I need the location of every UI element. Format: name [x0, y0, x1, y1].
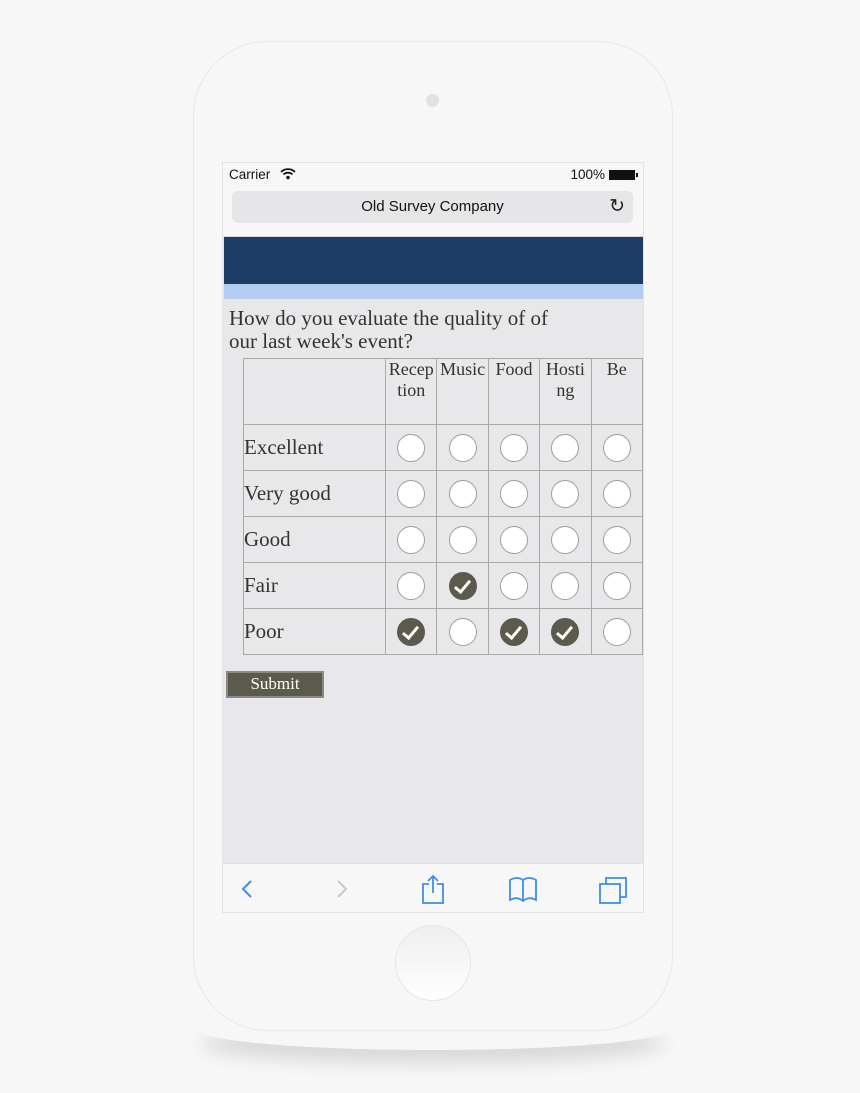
- reload-icon[interactable]: ↻: [609, 191, 625, 223]
- submit-button[interactable]: Submit: [226, 671, 324, 698]
- phone-screen: Carrier 100% Old Survey Company ↻ How do…: [222, 162, 644, 913]
- radio-unchecked[interactable]: [602, 525, 631, 554]
- matrix-cell: [385, 424, 438, 471]
- radio-checked[interactable]: [500, 617, 528, 646]
- matrix-cell: [385, 516, 438, 563]
- matrix-cell: [436, 608, 489, 655]
- radio-unchecked[interactable]: [551, 479, 580, 508]
- row-label: Fair: [242, 562, 387, 609]
- battery-icon: [609, 170, 638, 180]
- page-title: Old Survey Company: [361, 198, 504, 215]
- home-button[interactable]: [395, 925, 471, 1001]
- matrix-cell: [487, 562, 541, 609]
- matrix-cell: [590, 608, 643, 655]
- matrix-cell: [539, 424, 592, 471]
- matrix-row: Poor: [242, 608, 643, 655]
- matrix-cell: [487, 470, 541, 517]
- rating-matrix: Recep tion Music Food Hosti ng Be Excell…: [242, 358, 643, 655]
- address-bar[interactable]: Old Survey Company ↻: [232, 191, 633, 223]
- wifi-icon: [280, 167, 296, 183]
- matrix-cell: [436, 424, 489, 471]
- matrix-cell: [539, 516, 592, 563]
- matrix-row: Very good: [242, 470, 643, 517]
- row-label: Poor: [242, 608, 387, 655]
- camera-dot: [426, 94, 439, 107]
- matrix-row: Excellent: [242, 424, 643, 471]
- radio-unchecked[interactable]: [500, 479, 528, 508]
- matrix-cell: [436, 516, 489, 563]
- radio-unchecked[interactable]: [602, 433, 631, 462]
- column-header: Recep tion: [385, 358, 438, 425]
- matrix-cell: [385, 608, 438, 655]
- row-label: Good: [242, 516, 387, 563]
- matrix-cell: [487, 516, 541, 563]
- tabs-icon[interactable]: [597, 874, 629, 904]
- matrix-cell: [487, 424, 541, 471]
- radio-unchecked[interactable]: [500, 433, 528, 462]
- radio-unchecked[interactable]: [448, 433, 477, 462]
- phone-shadow: [200, 1010, 666, 1050]
- column-header: Be: [590, 358, 643, 425]
- radio-unchecked[interactable]: [551, 525, 580, 554]
- column-header: Food: [487, 358, 541, 425]
- matrix-cell: [539, 608, 592, 655]
- forward-icon[interactable]: [326, 874, 358, 904]
- matrix-row: Good: [242, 516, 643, 563]
- radio-unchecked[interactable]: [397, 571, 426, 600]
- matrix-cell: [590, 562, 643, 609]
- column-header: Hosti ng: [539, 358, 592, 425]
- matrix-cell: [385, 470, 438, 517]
- radio-checked[interactable]: [397, 617, 426, 646]
- matrix-header-row: Recep tion Music Food Hosti ng Be: [242, 358, 643, 425]
- radio-unchecked[interactable]: [602, 617, 631, 646]
- matrix-cell: [590, 470, 643, 517]
- header-banner: [224, 237, 643, 284]
- radio-unchecked[interactable]: [448, 617, 477, 646]
- matrix-cell: [590, 424, 643, 471]
- battery-percent: 100%: [570, 167, 605, 182]
- radio-unchecked[interactable]: [551, 433, 580, 462]
- matrix-cell: [539, 562, 592, 609]
- address-bar-container: Old Survey Company ↻: [223, 189, 643, 237]
- matrix-cell: [539, 470, 592, 517]
- column-header: Music: [436, 358, 489, 425]
- header-stripe: [224, 284, 643, 299]
- radio-unchecked[interactable]: [551, 571, 580, 600]
- survey-question: How do you evaluate the quality of of ou…: [229, 306, 548, 353]
- matrix-cell: [436, 470, 489, 517]
- radio-checked[interactable]: [551, 617, 580, 646]
- radio-unchecked[interactable]: [448, 525, 477, 554]
- status-bar: Carrier 100%: [223, 163, 643, 189]
- radio-unchecked[interactable]: [397, 525, 426, 554]
- back-icon[interactable]: [233, 874, 265, 904]
- radio-unchecked[interactable]: [602, 571, 631, 600]
- radio-unchecked[interactable]: [448, 479, 477, 508]
- row-label: Excellent: [242, 424, 387, 471]
- matrix-cell: [590, 516, 643, 563]
- radio-unchecked[interactable]: [397, 479, 426, 508]
- radio-unchecked[interactable]: [602, 479, 631, 508]
- bookmarks-icon[interactable]: [507, 874, 539, 904]
- matrix-cell: [385, 562, 438, 609]
- matrix-row: Fair: [242, 562, 643, 609]
- radio-checked[interactable]: [448, 571, 477, 600]
- radio-unchecked[interactable]: [500, 525, 528, 554]
- row-label: Very good: [242, 470, 387, 517]
- matrix-cell: [436, 562, 489, 609]
- matrix-cell: [487, 608, 541, 655]
- radio-unchecked[interactable]: [397, 433, 426, 462]
- radio-unchecked[interactable]: [500, 571, 528, 600]
- browser-toolbar: [223, 863, 643, 912]
- carrier-label: Carrier: [229, 167, 271, 182]
- matrix-corner: [242, 358, 387, 425]
- share-icon[interactable]: [417, 874, 449, 904]
